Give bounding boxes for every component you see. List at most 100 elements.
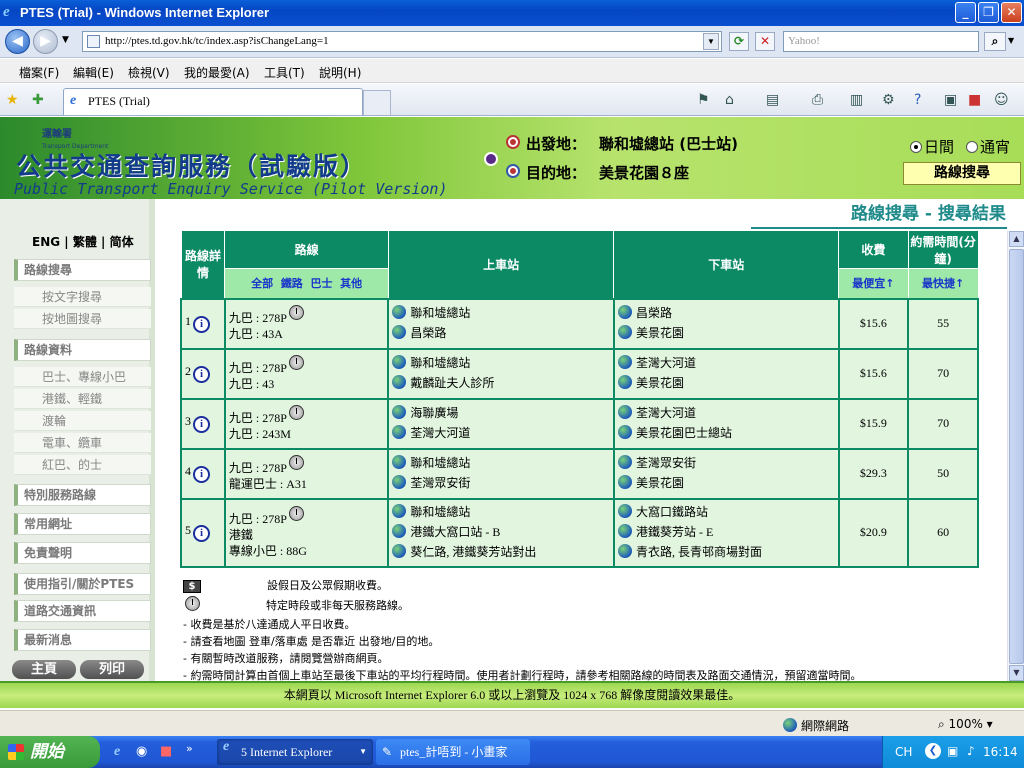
board-stop[interactable]: 荃灣大河道 xyxy=(410,426,470,440)
stop-icon[interactable]: ✕ xyxy=(755,32,775,51)
nav-bus-minibus[interactable]: 巴士、專線小巴 xyxy=(14,367,151,387)
address-bar[interactable]: http://ptes.td.gov.hk/tc/index.asp?isCha… xyxy=(82,31,722,52)
forward-button[interactable]: ▶ xyxy=(33,29,58,54)
route-name[interactable]: 九巴 : 278P xyxy=(229,311,287,325)
map-globe-icon[interactable] xyxy=(617,374,632,389)
route-name[interactable]: 九巴 : 43A xyxy=(229,327,283,341)
lang-simplified[interactable]: 简体 xyxy=(110,235,134,249)
map-globe-icon[interactable] xyxy=(617,474,632,489)
minimize-button[interactable]: _ xyxy=(955,2,976,23)
board-stop[interactable]: 港鐵大窩口站 - B xyxy=(410,525,500,539)
quicklaunch-ie-icon[interactable]: e xyxy=(114,744,120,760)
rss-icon[interactable]: ▤ xyxy=(766,92,779,108)
start-button[interactable]: 開始 xyxy=(0,736,100,768)
route-name[interactable]: 港鐵 xyxy=(229,528,253,542)
feeds-icon[interactable]: ⚑ xyxy=(697,92,710,108)
route-name[interactable]: 九巴 : 278P xyxy=(229,461,287,475)
board-stop[interactable]: 葵仁路, 港鐵葵芳站對出 xyxy=(410,545,536,559)
map-globe-icon[interactable] xyxy=(392,324,407,339)
board-stop[interactable]: 昌榮路 xyxy=(410,326,446,340)
swap-od-icon[interactable] xyxy=(484,152,498,166)
quicklaunch-app-icon[interactable]: ◉ xyxy=(136,744,147,759)
task-paint[interactable]: ✎ ptes_計唔到 - 小畫家 xyxy=(376,739,530,765)
route-name[interactable]: 專線小巴 : 88G xyxy=(229,544,307,558)
clock[interactable]: 16:14 xyxy=(983,745,1018,759)
nav-guide[interactable]: 使用指引/關於PTES xyxy=(14,573,151,595)
map-globe-icon[interactable] xyxy=(392,454,407,469)
info-icon[interactable]: i xyxy=(193,525,210,542)
toolbar-extra-icon[interactable]: ■ xyxy=(968,92,981,108)
map-globe-icon[interactable] xyxy=(617,523,632,538)
board-stop[interactable]: 聯和墟總站 xyxy=(410,356,470,370)
alight-stop[interactable]: 美景花園巴士總站 xyxy=(636,426,732,440)
map-globe-icon[interactable] xyxy=(617,454,632,469)
search-input[interactable]: Yahoo! xyxy=(783,31,979,52)
alight-stop[interactable]: 美景花園 xyxy=(636,376,684,390)
route-name[interactable]: 九巴 : 243M xyxy=(229,427,291,441)
menu-view[interactable]: 檢視(V) xyxy=(128,64,170,81)
print-button[interactable]: 列印 xyxy=(80,660,144,679)
close-button[interactable]: ✕ xyxy=(1001,2,1022,23)
menu-edit[interactable]: 編輯(E) xyxy=(73,64,114,81)
board-stop[interactable]: 海聯廣場 xyxy=(410,406,458,420)
alight-stop[interactable]: 昌榮路 xyxy=(636,306,672,320)
map-globe-icon[interactable] xyxy=(392,543,407,558)
route-search-button[interactable]: 路線搜尋 xyxy=(903,162,1021,185)
add-favorite-icon[interactable]: ✚ xyxy=(32,92,44,108)
search-options-icon[interactable]: ▼ xyxy=(1008,36,1014,45)
map-globe-icon[interactable] xyxy=(617,503,632,518)
scroll-down-icon[interactable]: ▼ xyxy=(1009,665,1024,681)
period-night-radio[interactable]: 通宵 xyxy=(966,136,1010,157)
alight-stop[interactable]: 美景花園 xyxy=(636,326,684,340)
map-globe-icon[interactable] xyxy=(617,354,632,369)
alight-stop[interactable]: 荃灣眾安街 xyxy=(636,456,696,470)
period-day-radio[interactable]: 日間 xyxy=(910,136,954,157)
map-globe-icon[interactable] xyxy=(617,304,632,319)
board-stop[interactable]: 聯和墟總站 xyxy=(410,306,470,320)
alight-stop[interactable]: 荃灣大河道 xyxy=(636,356,696,370)
map-globe-icon[interactable] xyxy=(617,324,632,339)
home-icon[interactable]: ⌂ xyxy=(725,92,734,108)
home-button[interactable]: 主頁 xyxy=(12,660,76,679)
search-icon[interactable]: ⌕ xyxy=(984,32,1006,51)
map-globe-icon[interactable] xyxy=(392,354,407,369)
tools-gear-icon[interactable]: ⚙ xyxy=(882,92,895,108)
zoom-level[interactable]: ⌕ 100% ▾ xyxy=(938,717,993,732)
sort-fastest[interactable]: 最快捷↑ xyxy=(907,268,979,299)
tray-volume-icon[interactable]: ♪ xyxy=(967,744,975,758)
map-globe-icon[interactable] xyxy=(617,404,632,419)
nav-route-info[interactable]: 路線資料 xyxy=(14,339,151,361)
menu-favorites[interactable]: 我的最愛(A) xyxy=(184,64,250,81)
sort-cheapest[interactable]: 最便宜↑ xyxy=(838,268,909,299)
route-name[interactable]: 九巴 : 278P xyxy=(229,512,287,526)
nav-rail[interactable]: 港鐵、輕鐵 xyxy=(14,389,151,409)
info-icon[interactable]: i xyxy=(193,416,210,433)
filter-other[interactable]: 其他 xyxy=(340,277,362,290)
nav-traffic-info[interactable]: 道路交通資訊 xyxy=(14,600,151,622)
map-globe-icon[interactable] xyxy=(617,424,632,439)
research-icon[interactable]: ▣ xyxy=(944,92,957,108)
route-name[interactable]: 九巴 : 278P xyxy=(229,361,287,375)
map-globe-icon[interactable] xyxy=(392,374,407,389)
internet-zone[interactable]: 網際網路 xyxy=(783,717,849,734)
refresh-icon[interactable]: ⟳ xyxy=(729,32,749,51)
address-dropdown-icon[interactable]: ▼ xyxy=(703,33,719,50)
task-internet-explorer[interactable]: e5 Internet Explorer ▼ xyxy=(217,739,373,765)
alight-stop[interactable]: 荃灣大河道 xyxy=(636,406,696,420)
info-icon[interactable]: i xyxy=(193,466,210,483)
tab-ptes[interactable]: e PTES (Trial) xyxy=(63,88,363,115)
lang-eng[interactable]: ENG xyxy=(32,235,60,249)
back-button[interactable]: ◀ xyxy=(5,29,30,54)
origin-value[interactable]: 聯和墟總站 (巴士站) xyxy=(599,133,738,154)
info-icon[interactable]: i xyxy=(193,366,210,383)
alight-stop[interactable]: 青衣路, 長青邨商場對面 xyxy=(636,545,762,559)
messenger-icon[interactable]: ☺ xyxy=(994,92,1009,108)
destination-value[interactable]: 美景花園８座 xyxy=(599,162,689,183)
map-globe-icon[interactable] xyxy=(392,304,407,319)
filter-bus[interactable]: 巴士 xyxy=(310,277,332,290)
nav-tram-peak[interactable]: 電車、纜車 xyxy=(14,433,151,453)
tray-expand-icon[interactable]: ❮ xyxy=(925,743,941,759)
board-stop[interactable]: 荃灣眾安街 xyxy=(410,476,470,490)
maximize-button[interactable]: ❐ xyxy=(978,2,999,23)
map-globe-icon[interactable] xyxy=(392,503,407,518)
